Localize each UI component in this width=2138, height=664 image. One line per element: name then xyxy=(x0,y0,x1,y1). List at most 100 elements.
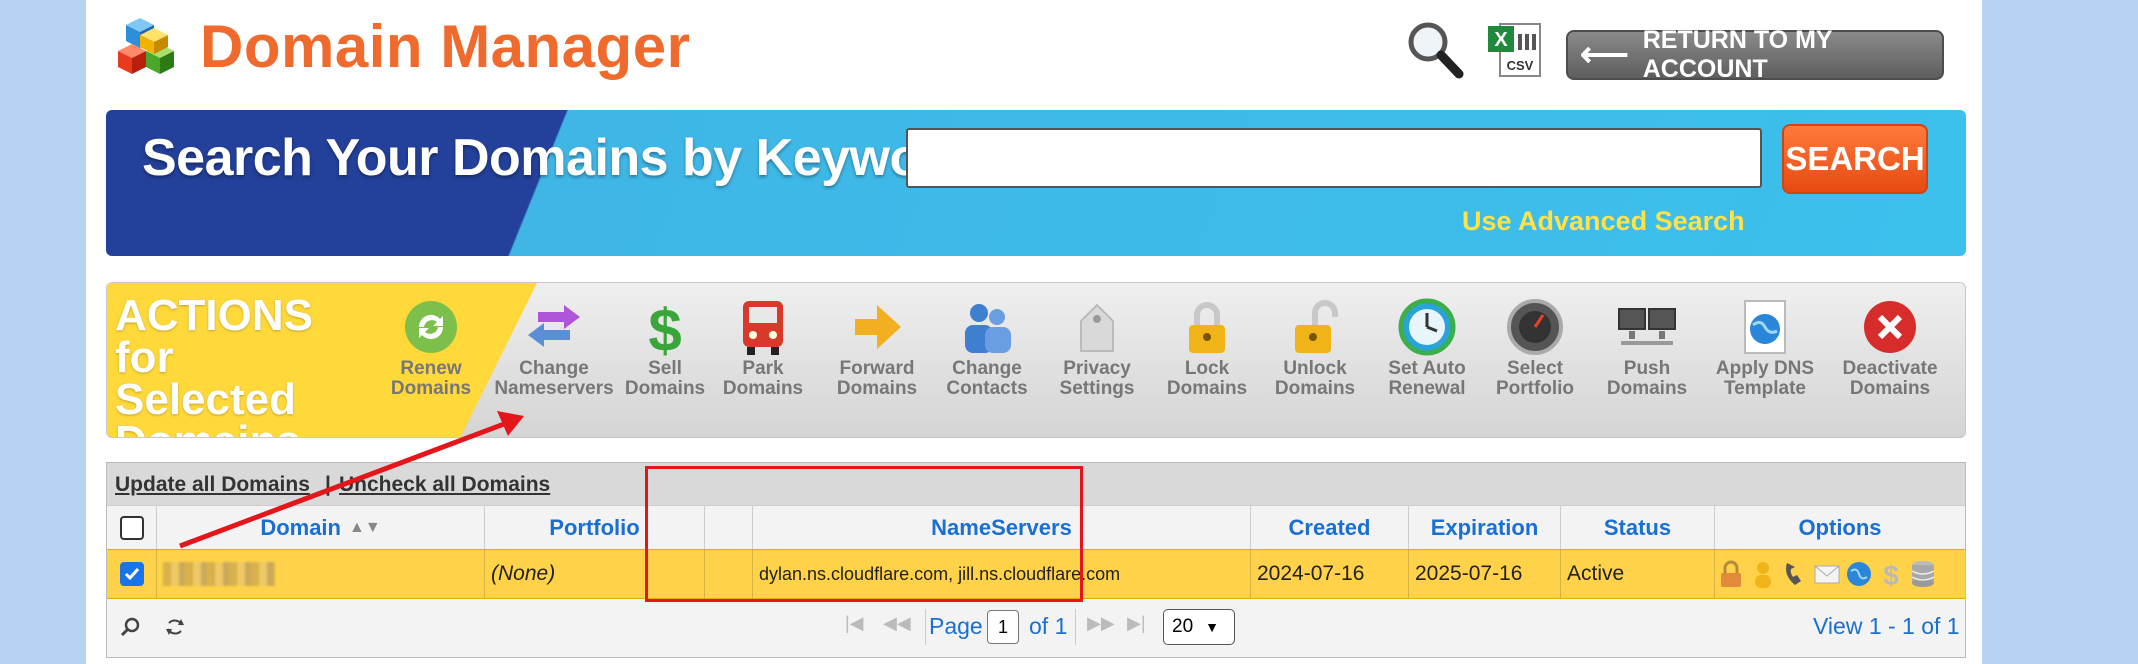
close-circle-icon xyxy=(1864,301,1916,353)
action-push-domains[interactable]: Push Domains xyxy=(1595,297,1699,399)
sort-icon: ▲▼ xyxy=(349,519,381,536)
nameservers-icon xyxy=(528,305,580,347)
action-unlock-domains[interactable]: Unlock Domains xyxy=(1263,297,1367,399)
action-renew-domains[interactable]: Renew Domains xyxy=(379,297,483,399)
action-label: Unlock Domains xyxy=(1274,358,1356,399)
csv-export-icon[interactable]: X CSV xyxy=(1486,20,1546,80)
page-number-input[interactable] xyxy=(987,610,1019,644)
privacy-tag-icon xyxy=(1080,303,1114,352)
status-cell: Active xyxy=(1561,550,1715,598)
search-heading: Search Your Domains by Keyword xyxy=(142,129,972,187)
next-page-icon[interactable]: ▶▶ xyxy=(1087,613,1115,634)
blurred-domain-placeholder xyxy=(163,562,275,586)
column-domain[interactable]: Domain ▲▼ xyxy=(157,506,485,550)
lock-icon[interactable] xyxy=(1717,559,1745,589)
forward-arrow-icon xyxy=(855,305,901,349)
refresh-icon[interactable] xyxy=(163,615,187,639)
rows-per-page-select[interactable]: 20 ▼ xyxy=(1163,609,1235,645)
cubes-logo-icon xyxy=(118,18,174,74)
action-label: Privacy Settings xyxy=(1059,358,1135,399)
return-button-label: RETURN TO MY ACCOUNT xyxy=(1642,26,1833,83)
action-label: Set Auto Renewal xyxy=(1388,358,1466,399)
action-label: Lock Domains xyxy=(1166,358,1248,399)
bus-icon xyxy=(743,301,783,355)
action-deactivate-domains[interactable]: Deactivate Domains xyxy=(1835,297,1945,399)
action-select-portfolio[interactable]: Select Portfolio xyxy=(1483,297,1587,399)
action-label: Forward Domains xyxy=(836,358,918,399)
phone-icon[interactable] xyxy=(1781,559,1809,589)
action-label: Park Domains xyxy=(722,358,804,399)
action-set-auto-renewal[interactable]: Set Auto Renewal xyxy=(1375,297,1479,399)
update-all-domains-link[interactable]: Update all Domains xyxy=(115,473,310,497)
svg-text:$: $ xyxy=(1883,560,1899,589)
renew-icon xyxy=(405,301,457,353)
link-separator: | xyxy=(325,473,331,496)
database-icon[interactable] xyxy=(1909,559,1937,589)
magnifier-icon[interactable] xyxy=(1404,18,1464,80)
select-all-checkbox[interactable] xyxy=(119,516,144,540)
mail-icon[interactable] xyxy=(1813,559,1841,589)
action-sell-domains[interactable]: $ Sell Domains xyxy=(621,297,709,399)
monitors-icon xyxy=(1618,308,1676,345)
action-apply-dns-template[interactable]: Apply DNS Template xyxy=(1705,297,1825,399)
pager-divider xyxy=(1075,609,1076,645)
uncheck-all-domains-link[interactable]: Uncheck all Domains xyxy=(339,473,550,497)
dollar-icon: $ xyxy=(648,297,681,357)
prev-page-icon[interactable]: ◀◀ xyxy=(883,613,911,634)
view-range-text: View 1 - 1 of 1 xyxy=(1813,613,1960,639)
domain-cell[interactable] xyxy=(157,550,485,598)
svg-text:$: $ xyxy=(648,297,681,357)
pager-divider xyxy=(925,609,926,645)
expiration-cell: 2025-07-16 xyxy=(1409,550,1561,598)
search-button[interactable]: SEARCH xyxy=(1782,124,1928,194)
action-label: Select Portfolio xyxy=(1495,358,1575,399)
column-options: Options xyxy=(1798,515,1882,540)
first-page-icon[interactable]: |◀ xyxy=(845,613,864,634)
gauge-icon xyxy=(1507,299,1563,355)
actions-heading: ACTIONS for Selected Domains xyxy=(115,291,313,438)
svg-text:X: X xyxy=(1494,29,1508,51)
nameservers-highlight-box xyxy=(645,466,1083,602)
contact-icon[interactable] xyxy=(1749,559,1777,589)
chevron-down-icon: ▼ xyxy=(1205,619,1219,635)
lock-icon xyxy=(1189,302,1225,353)
actions-bar: ACTIONS for Selected Domains Renew Domai… xyxy=(106,282,1966,438)
rows-per-page-value: 20 xyxy=(1172,616,1194,637)
action-lock-domains[interactable]: Lock Domains xyxy=(1155,297,1259,399)
action-privacy-settings[interactable]: Privacy Settings xyxy=(1045,297,1149,399)
action-change-contacts[interactable]: Change Contacts xyxy=(935,297,1039,399)
dollar-icon[interactable]: $ xyxy=(1877,559,1905,589)
csv-label: CSV xyxy=(1507,58,1534,73)
column-status[interactable]: Status xyxy=(1561,506,1715,550)
clock-icon xyxy=(1398,298,1456,356)
action-change-nameservers[interactable]: Change Nameservers xyxy=(491,297,617,399)
row-checkbox-cell xyxy=(107,550,157,598)
row-checkbox[interactable] xyxy=(119,562,144,586)
last-page-icon[interactable]: ▶| xyxy=(1127,613,1146,634)
globe-document-icon xyxy=(1744,300,1786,354)
action-label: Sell Domains xyxy=(624,358,706,399)
page-label: Page xyxy=(929,613,983,639)
column-expiration[interactable]: Expiration xyxy=(1409,506,1561,550)
created-cell: 2024-07-16 xyxy=(1251,550,1409,598)
arrow-left-icon: ⟵ xyxy=(1580,36,1629,74)
select-all-cell xyxy=(107,506,157,550)
action-label: Deactivate Domains xyxy=(1842,358,1938,399)
action-park-domains[interactable]: Park Domains xyxy=(719,297,807,399)
action-label: Change Contacts xyxy=(946,358,1028,399)
contacts-icon xyxy=(965,304,1011,353)
action-label: Apply DNS Template xyxy=(1715,358,1815,399)
page-title: Domain Manager xyxy=(200,13,691,80)
action-label: Push Domains xyxy=(1606,358,1688,399)
column-created[interactable]: Created xyxy=(1251,506,1409,550)
page-count: of 1 xyxy=(1029,613,1068,639)
search-banner: Search Your Domains by Keyword SEARCH Us… xyxy=(106,110,1966,256)
keyword-search-input[interactable] xyxy=(906,128,1762,188)
globe-icon[interactable] xyxy=(1845,559,1873,589)
table-footer: |◀ ◀◀ Page of 1 ▶▶ ▶| 20 ▼ View 1 - 1 of… xyxy=(107,599,1965,657)
return-to-account-button[interactable]: ⟵ RETURN TO MY ACCOUNT xyxy=(1566,26,1944,83)
advanced-search-link[interactable]: Use Advanced Search xyxy=(1462,206,1745,237)
action-label: Change Nameservers xyxy=(494,358,614,399)
action-forward-domains[interactable]: Forward Domains xyxy=(825,297,929,399)
search-icon[interactable] xyxy=(119,615,143,639)
